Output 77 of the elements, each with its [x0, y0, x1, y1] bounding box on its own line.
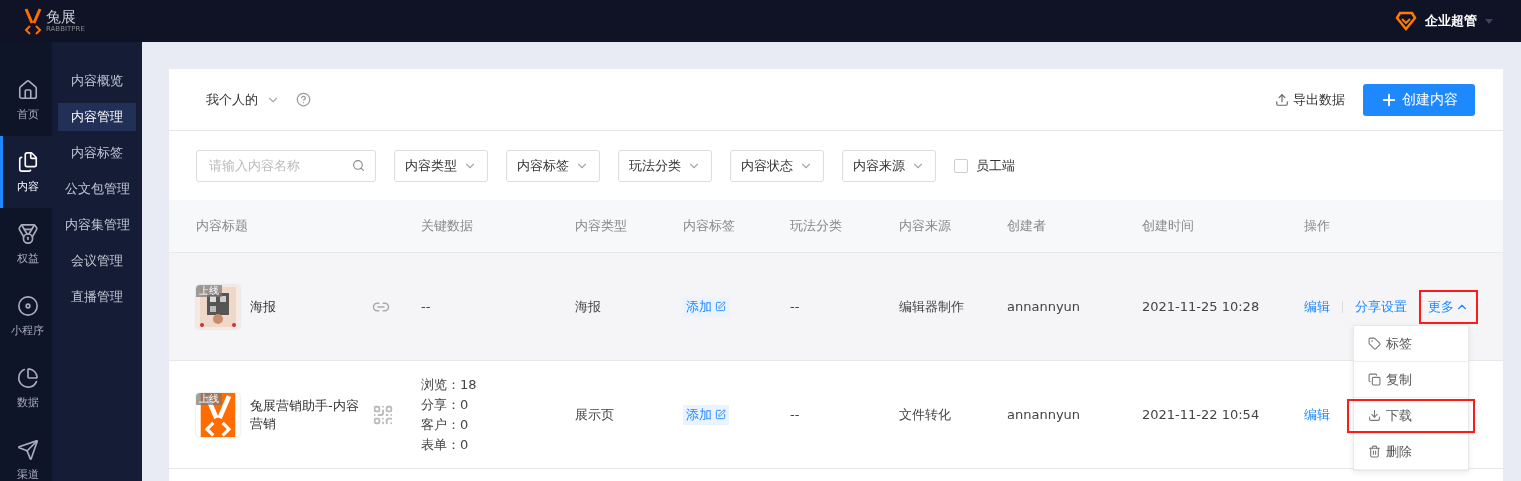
column-header: 内容标签 [683, 217, 736, 235]
submenu-item[interactable]: 直播管理 [58, 283, 136, 311]
copy-icon [1368, 373, 1381, 386]
submenu-item[interactable]: 内容管理 [58, 103, 136, 131]
column-header: 内容来源 [899, 217, 952, 235]
search-icon [352, 159, 365, 172]
user-role[interactable]: 企业超管 [1425, 12, 1477, 30]
submenu-item[interactable]: 公文包管理 [58, 175, 136, 203]
column-header: 关键数据 [421, 217, 474, 235]
medal-icon [16, 222, 39, 245]
column-header: 创建者 [1007, 217, 1047, 235]
rail-item[interactable]: 数据 [0, 352, 52, 424]
stat-text: 分享：0 [421, 395, 470, 414]
rail-item[interactable]: 渠道 [0, 424, 52, 481]
qr-code-icon[interactable] [372, 403, 394, 426]
pie-chart-icon [16, 366, 39, 389]
tag-icon [1368, 337, 1381, 350]
submenu-item[interactable]: 内容标签 [58, 139, 136, 167]
column-header: 玩法分类 [790, 217, 843, 235]
stat-text: 表单：0 [421, 435, 470, 454]
download-icon [1368, 409, 1381, 422]
home-icon [16, 78, 39, 101]
table-cell-text: 文件转化 [899, 405, 952, 424]
content-title[interactable]: 兔展营销助手-内容营销 [250, 396, 362, 433]
table-cell-text: -- [790, 299, 801, 314]
rabbit-logo-icon [22, 7, 44, 35]
table-cell-text: 展示页 [575, 405, 615, 424]
trash-icon [1368, 445, 1381, 458]
table-cell-text: -- [790, 407, 801, 422]
search-field[interactable]: 请输入内容名称 [196, 149, 376, 182]
export-link[interactable]: 导出数据 [1293, 90, 1345, 109]
content-title[interactable]: 海报 [250, 297, 362, 316]
documents-icon [16, 150, 39, 173]
filter-dropdown[interactable]: 内容标签 [506, 149, 600, 182]
send-icon [16, 438, 39, 461]
submenu-item[interactable]: 内容集管理 [58, 211, 136, 239]
menu-item[interactable]: 删除 [1354, 434, 1468, 470]
checkbox-label: 员工端 [976, 156, 1015, 175]
table-cell-text: 海报 [575, 297, 602, 316]
scope-dropdown[interactable]: 我个人的 [206, 90, 258, 109]
stat-text: 客户：0 [421, 415, 470, 434]
logo-text: 兔展 [46, 9, 77, 25]
menu-item[interactable]: 复制 [1354, 362, 1468, 398]
submenu-item[interactable]: 内容概览 [58, 67, 136, 95]
table-cell-text: annannyun [1007, 407, 1082, 422]
column-header: 内容标题 [196, 217, 249, 235]
column-header: 操作 [1304, 217, 1331, 235]
filter-dropdown[interactable]: 内容类型 [394, 149, 488, 182]
diamond-icon [1395, 11, 1417, 31]
table-cell-text: 2021-11-25 10:28 [1142, 299, 1261, 314]
export-icon [1275, 92, 1289, 107]
rail-item[interactable]: 权益 [0, 208, 52, 280]
filter-dropdown[interactable]: 内容状态 [730, 149, 824, 182]
help-icon [296, 92, 311, 107]
rail-item[interactable]: 首页 [0, 64, 52, 136]
status-badge: 上线 [196, 392, 222, 405]
table-cell-text: 2021-11-22 10:54 [1142, 407, 1261, 422]
stat-text: -- [421, 299, 432, 314]
filter-dropdown[interactable]: 玩法分类 [618, 149, 712, 182]
edit-icon [715, 301, 726, 312]
menu-item[interactable]: 下载 [1346, 398, 1476, 434]
action-link[interactable]: 编辑 [1304, 405, 1330, 424]
column-header: 创建时间 [1142, 217, 1195, 235]
stat-text: 浏览：18 [421, 375, 478, 394]
rail-item[interactable]: 内容 [0, 136, 52, 208]
menu-item[interactable]: 标签 [1354, 326, 1468, 362]
rail-item[interactable]: 小程序 [0, 280, 52, 352]
checkbox[interactable] [954, 158, 968, 173]
column-header: 内容类型 [575, 217, 628, 235]
edit-icon [715, 409, 726, 420]
caret-icon [1485, 18, 1493, 24]
circle-icon [16, 294, 39, 317]
table-cell-text: 编辑器制作 [899, 297, 965, 316]
status-badge: 上线 [196, 284, 222, 297]
filter-dropdown[interactable]: 内容来源 [842, 149, 936, 182]
submenu-item[interactable]: 会议管理 [58, 247, 136, 275]
table-cell-text: annannyun [1007, 299, 1082, 314]
